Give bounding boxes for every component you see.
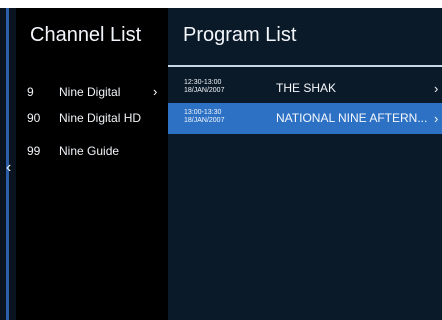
chevron-right-icon: › — [434, 81, 439, 96]
channel-number: 99 — [27, 144, 41, 158]
program-time-range: 13:00-13:30 — [184, 109, 222, 116]
program-title: THE SHAK — [276, 81, 337, 95]
channel-number: 9 — [27, 85, 34, 99]
chevron-right-icon: › — [434, 111, 439, 126]
program-date: 18/JAN/2007 — [184, 87, 225, 94]
channel-name: Nine Digital — [59, 85, 121, 99]
program-date: 18/JAN/2007 — [184, 117, 225, 124]
program-list-divider — [168, 65, 442, 67]
program-row-selected[interactable]: 13:00-13:30 18/JAN/2007 NATIONAL NINE AF… — [168, 103, 442, 134]
channel-row-9[interactable]: 9 Nine Digital › — [16, 78, 168, 104]
left-nav-arrow-icon[interactable]: ‹ — [6, 160, 16, 176]
channel-list-title: Channel List — [30, 24, 142, 46]
program-list-title: Program List — [183, 24, 297, 46]
program-row[interactable]: 12:30-13:00 18/JAN/2007 THE SHAK › — [168, 73, 442, 104]
channel-number: 90 — [27, 111, 41, 125]
channel-list-panel: Channel List — [16, 8, 168, 320]
chevron-right-icon: › — [153, 84, 158, 99]
program-time-range: 12:30-13:00 — [184, 79, 222, 86]
channel-name: Nine Digital HD — [59, 111, 142, 125]
channel-row-99[interactable]: 99 Nine Guide — [16, 137, 168, 163]
program-list-panel: Program List — [168, 8, 442, 320]
program-title: NATIONAL NINE AFTERN... — [276, 111, 428, 125]
channel-row-90[interactable]: 90 Nine Digital HD — [16, 104, 168, 130]
channel-name: Nine Guide — [59, 144, 120, 158]
